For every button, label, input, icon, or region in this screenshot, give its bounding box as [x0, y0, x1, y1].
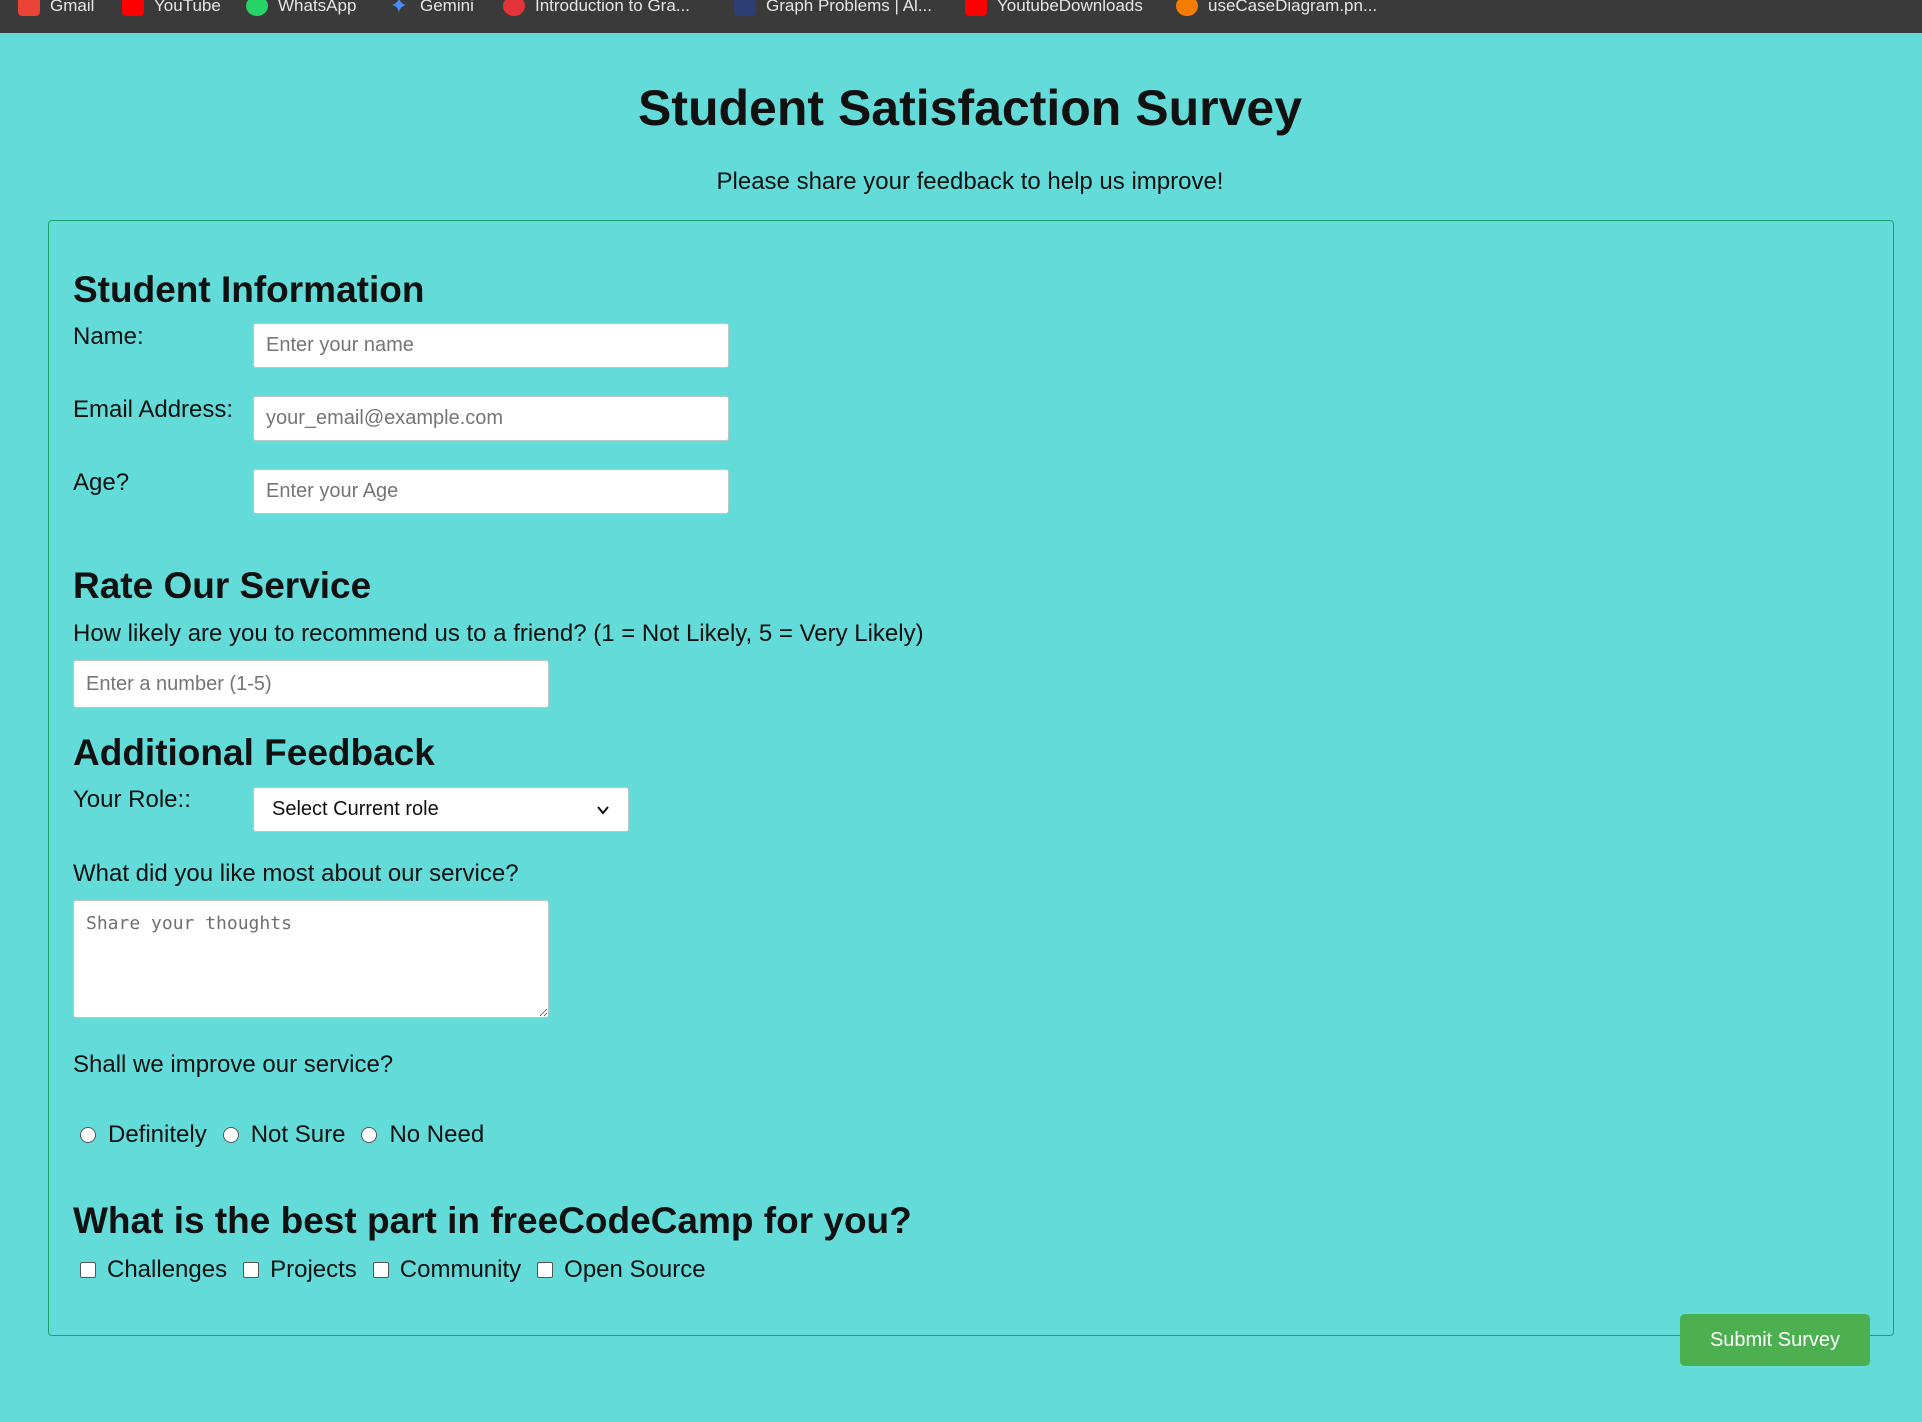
radio-definitely[interactable] [80, 1127, 96, 1143]
radio-label-not-sure: Not Sure [250, 1121, 346, 1148]
age-input[interactable] [253, 469, 729, 514]
chevron-down-icon [597, 805, 609, 815]
best-part-options: Challenges Projects Community Open Sourc… [74, 1255, 706, 1285]
radio-no-need[interactable] [361, 1127, 378, 1143]
bookmark-label: useCaseDiagram.pn... [1208, 0, 1378, 15]
checkbox-open-source[interactable] [537, 1262, 554, 1278]
improve-options: Definitely Not Sure No Need [74, 1120, 484, 1150]
radio-label-definitely: Definitely [108, 1121, 207, 1148]
email-label: Email Address: [73, 396, 234, 423]
checkbox-label-projects: Projects [270, 1256, 357, 1283]
rating-question: How likely are you to recommend us to a … [73, 620, 924, 647]
bookmark-whatsapp[interactable]: WhatsApp [246, 0, 356, 16]
checkbox-label-community: Community [399, 1256, 522, 1283]
bookmark-usecasediagram[interactable]: useCaseDiagram.pn... [1176, 0, 1377, 16]
youtube-icon [965, 0, 987, 16]
bookmark-gemini[interactable]: ✦ Gemini [388, 0, 474, 18]
liked-question: What did you like most about our service… [73, 860, 519, 887]
site-icon [503, 0, 525, 16]
rating-input[interactable] [73, 660, 549, 708]
submit-button[interactable]: Submit Survey [1680, 1314, 1870, 1366]
student-info-heading: Student Information [73, 269, 425, 310]
email-input[interactable] [253, 396, 729, 441]
bookmark-youtubedownloads[interactable]: YoutubeDownloads [965, 0, 1143, 16]
bookmark-label: YoutubeDownloads [997, 0, 1143, 15]
checkbox-community[interactable] [372, 1262, 389, 1278]
bookmark-youtube[interactable]: YouTube [122, 0, 221, 16]
whatsapp-icon [246, 0, 268, 16]
page-title: Student Satisfaction Survey [637, 80, 1303, 136]
role-select[interactable]: Select Current role [253, 787, 629, 832]
bookmark-label: Gmail [50, 0, 95, 15]
bookmark-label: Graph Problems | Al... [766, 0, 932, 15]
name-input[interactable] [253, 323, 729, 368]
rating-heading: Rate Our Service [73, 565, 372, 606]
bookmark-label: YouTube [154, 0, 221, 15]
improve-question: Shall we improve our service? [73, 1051, 394, 1078]
radio-label-no-need: No Need [389, 1121, 485, 1148]
bookmark-label: Introduction to Gra... [535, 0, 690, 15]
checkbox-label-challenges: Challenges [107, 1256, 228, 1283]
role-selected-value: Select Current role [272, 798, 439, 820]
youtube-icon [122, 0, 144, 16]
bookmark-introduction[interactable]: Introduction to Gra... [503, 0, 690, 16]
survey-form [48, 220, 1894, 1336]
bookmark-graph-problems[interactable]: Graph Problems | Al... [734, 0, 932, 16]
liked-textarea[interactable] [73, 900, 549, 1018]
page-description: Please share your feedback to help us im… [716, 168, 1224, 195]
feedback-heading: Additional Feedback [73, 732, 435, 773]
site-icon [734, 0, 756, 16]
radio-not-sure[interactable] [222, 1127, 239, 1143]
checkbox-challenges[interactable] [80, 1262, 96, 1278]
checkbox-projects[interactable] [243, 1262, 260, 1278]
bookmarks-bar: Gmail YouTube WhatsApp ✦ Gemini Introduc… [0, 0, 1922, 33]
role-label: Your Role:: [73, 786, 191, 813]
name-label: Name: [73, 323, 144, 350]
bookmark-gmail[interactable]: Gmail [18, 0, 94, 16]
gmail-icon [18, 0, 40, 16]
site-icon [1176, 0, 1198, 16]
bookmark-label: WhatsApp [278, 0, 357, 15]
bookmark-label: Gemini [420, 0, 474, 15]
gemini-icon: ✦ [389, 0, 409, 18]
best-part-heading: What is the best part in freeCodeCamp fo… [73, 1200, 912, 1241]
checkbox-label-open-source: Open Source [564, 1256, 706, 1283]
age-label: Age? [73, 469, 130, 496]
